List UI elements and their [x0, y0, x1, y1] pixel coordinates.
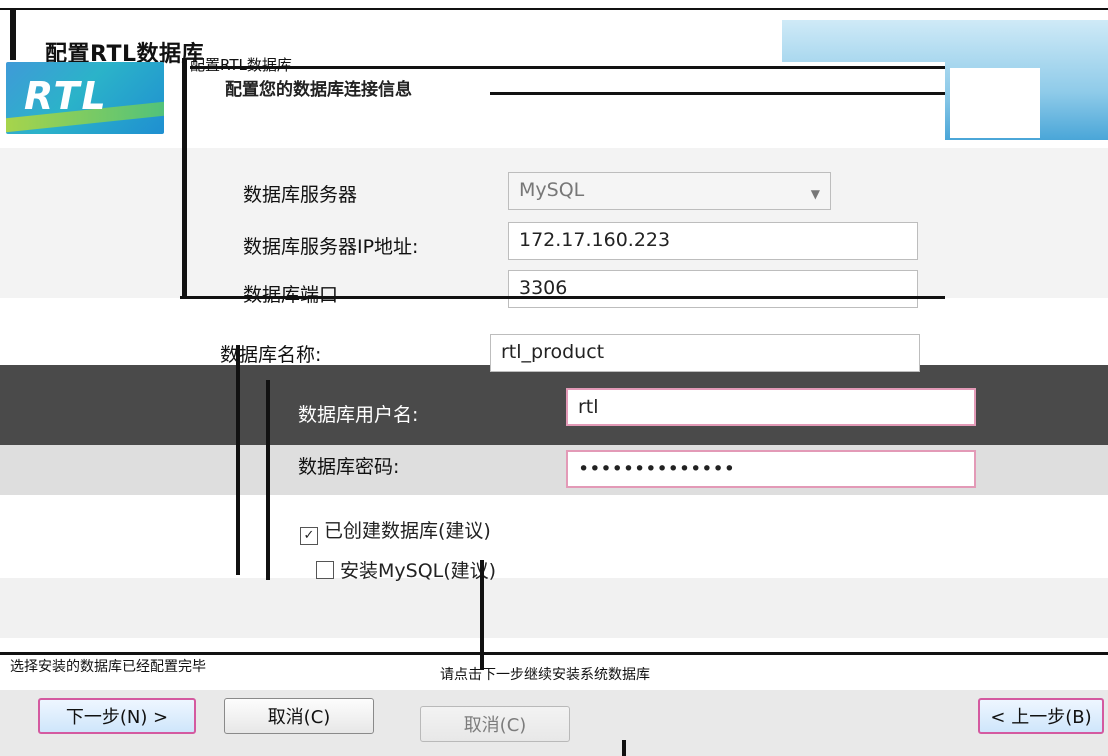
footer-status-text: 选择安装的数据库已经配置完毕 — [10, 659, 206, 675]
server-select[interactable]: MySQL ▼ — [508, 172, 831, 210]
back-button[interactable]: < 上一步(B) — [978, 698, 1104, 734]
password-input[interactable]: •••••••••••••• — [566, 450, 976, 488]
server-select-value: MySQL — [519, 179, 585, 201]
port-label: 数据库端口 — [243, 284, 339, 306]
header-divider-underline — [490, 92, 945, 95]
footer-divider — [0, 652, 1108, 655]
banner-window-cutout — [950, 68, 1040, 138]
chevron-down-icon: ▼ — [810, 187, 820, 201]
port-input[interactable]: 3306 — [508, 270, 918, 308]
username-value: rtl — [578, 396, 599, 418]
checkbox-created-db[interactable]: ✓ 已创建数据库(建议) — [300, 516, 491, 545]
next-button[interactable]: 下一步(N) > — [38, 698, 196, 734]
server-label: 数据库服务器 — [243, 184, 358, 206]
rtl-logo: RTL — [24, 74, 108, 118]
overlay-vertical-line-4 — [622, 740, 626, 756]
ip-input[interactable]: 172.17.160.223 — [508, 222, 918, 260]
ip-label: 数据库服务器IP地址: — [243, 236, 419, 258]
overlay-vertical-line-2 — [266, 380, 270, 580]
top-border-line — [0, 8, 1108, 10]
checkbox-install-mysql-label: 安装MySQL(建议) — [340, 560, 497, 582]
inner-dialog-left-edge — [182, 58, 187, 298]
window-left-edge — [10, 10, 16, 60]
overlay-vertical-line-1 — [236, 345, 240, 575]
cancel-button-ghost: 取消(C) — [420, 706, 570, 742]
cancel-button[interactable]: 取消(C) — [224, 698, 374, 734]
checkbox-created-db-label: 已创建数据库(建议) — [324, 520, 491, 542]
header-divider-top — [190, 66, 945, 69]
checkbox-install-mysql[interactable]: 安装MySQL(建议) — [316, 556, 496, 583]
password-label: 数据库密码: — [298, 456, 400, 478]
footer-hint-text: 请点击下一步继续安装系统数据库 — [440, 667, 650, 683]
inner-dialog-caption: 配置RTL数据库 — [190, 56, 292, 74]
inner-dialog-title: 配置您的数据库连接信息 — [225, 80, 412, 100]
checkbox-unchecked-icon — [316, 561, 334, 579]
user-label: 数据库用户名: — [298, 404, 419, 426]
dbname-input[interactable]: rtl_product — [490, 334, 920, 372]
overlay-divider-1 — [180, 296, 945, 299]
username-input[interactable]: rtl — [566, 388, 976, 426]
background-band-3 — [0, 578, 1108, 638]
checkbox-checked-icon: ✓ — [300, 527, 318, 545]
banner-logo: RTL — [6, 62, 164, 134]
